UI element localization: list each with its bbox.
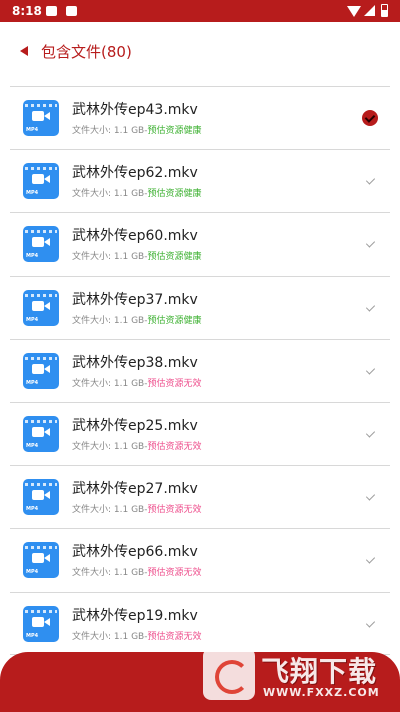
file-type-label: MP4 <box>26 569 39 576</box>
back-icon[interactable] <box>20 46 28 56</box>
unchecked-icon[interactable] <box>362 236 378 252</box>
file-name: 武林外传ep19.mkv <box>72 607 198 624</box>
video-file-icon: MP4 <box>23 415 59 452</box>
unchecked-icon[interactable] <box>362 173 378 189</box>
file-row[interactable]: MP4 武林外传ep19.mkv 文件大小: 1.1 GB-预估资源无效 <box>10 591 390 655</box>
unchecked-icon[interactable] <box>362 552 378 568</box>
file-name: 武林外传ep62.mkv <box>72 165 198 182</box>
file-size: 文件大小: 1.1 GB- <box>72 252 148 263</box>
file-name: 武林外传ep43.mkv <box>72 102 198 118</box>
watermark-logo-icon <box>203 648 255 700</box>
file-size: 文件大小: 1.1 GB- <box>72 441 148 452</box>
file-type-label: MP4 <box>26 316 39 323</box>
video-file-icon: MP4 <box>23 289 59 326</box>
checked-icon[interactable] <box>362 110 378 126</box>
file-meta: 文件大小: 1.1 GB-预估资源健康 <box>72 123 201 136</box>
file-health-status: 预估资源健康 <box>147 252 202 263</box>
status-time: 8:18 <box>12 4 42 18</box>
page-title: 包含文件(80) <box>41 43 132 61</box>
unchecked-icon[interactable] <box>362 300 378 316</box>
file-health-status: 预估资源无效 <box>147 378 202 389</box>
notification-icon <box>46 6 57 16</box>
image-notification-icon <box>66 6 77 16</box>
file-meta: 文件大小: 1.1 GB-预估资源健康 <box>72 186 201 199</box>
status-bar: 8:18 <box>0 0 400 22</box>
file-size: 文件大小: 1.1 GB- <box>72 378 148 389</box>
file-size: 文件大小: 1.1 GB- <box>72 315 148 326</box>
file-type-label: MP4 <box>26 379 39 386</box>
file-health-status: 预估资源健康 <box>147 189 202 200</box>
video-file-icon: MP4 <box>23 100 59 136</box>
file-meta: 文件大小: 1.1 GB-预估资源无效 <box>72 502 201 515</box>
file-size: 文件大小: 1.1 GB- <box>72 631 148 642</box>
file-name: 武林外传ep60.mkv <box>72 228 198 245</box>
file-row[interactable]: MP4 武林外传ep37.mkv 文件大小: 1.1 GB-预估资源健康 <box>10 275 390 339</box>
file-meta: 文件大小: 1.1 GB-预估资源无效 <box>72 565 201 578</box>
file-size: 文件大小: 1.1 GB- <box>72 505 148 516</box>
file-meta: 文件大小: 1.1 GB-预估资源健康 <box>72 249 201 262</box>
video-file-icon: MP4 <box>23 605 59 642</box>
battery-icon <box>381 4 388 17</box>
watermark-logo: 飞翔下载 WWW.FXXZ.COM <box>203 648 397 706</box>
file-meta: 文件大小: 1.1 GB-预估资源健康 <box>72 313 201 326</box>
file-type-label: MP4 <box>26 127 39 133</box>
file-health-status: 预估资源健康 <box>147 126 202 136</box>
unchecked-icon[interactable] <box>362 363 378 379</box>
file-row[interactable]: MP4 武林外传ep43.mkv 文件大小: 1.1 GB-预估资源健康 <box>10 86 390 149</box>
file-health-status: 预估资源无效 <box>147 441 202 452</box>
wifi-icon <box>347 6 361 17</box>
file-row[interactable]: MP4 武林外传ep66.mkv 文件大小: 1.1 GB-预估资源无效 <box>10 528 390 591</box>
file-row[interactable]: MP4 武林外传ep38.mkv 文件大小: 1.1 GB-预估资源无效 <box>10 338 390 402</box>
file-meta: 文件大小: 1.1 GB-预估资源无效 <box>72 439 201 452</box>
file-row[interactable]: MP4 武林外传ep62.mkv 文件大小: 1.1 GB-预估资源健康 <box>10 149 390 212</box>
file-name: 武林外传ep25.mkv <box>72 417 198 434</box>
video-file-icon: MP4 <box>23 352 59 389</box>
file-list: MP4 武林外传ep43.mkv 文件大小: 1.1 GB-预估资源健康 MP4 武林外… <box>10 86 390 655</box>
signal-icon <box>364 5 375 16</box>
video-file-icon: MP4 <box>23 479 59 516</box>
video-file-icon: MP4 <box>23 226 59 263</box>
video-file-icon: MP4 <box>23 163 59 200</box>
watermark-name: 飞翔下载 <box>261 655 378 688</box>
file-row[interactable]: MP4 武林外传ep27.mkv 文件大小: 1.1 GB-预估资源无效 <box>10 465 390 528</box>
unchecked-icon[interactable] <box>362 489 378 505</box>
watermark-url: WWW.FXXZ.COM <box>263 686 380 699</box>
file-type-label: MP4 <box>26 632 39 639</box>
unchecked-icon[interactable] <box>362 426 378 442</box>
file-name: 武林外传ep38.mkv <box>72 354 198 371</box>
header: 包含文件(80) <box>0 22 400 82</box>
file-name: 武林外传ep66.mkv <box>72 544 198 561</box>
file-size: 文件大小: 1.1 GB- <box>72 189 148 200</box>
file-meta: 文件大小: 1.1 GB-预估资源无效 <box>72 629 201 642</box>
video-file-icon: MP4 <box>23 542 59 579</box>
file-type-label: MP4 <box>26 506 39 513</box>
file-size: 文件大小: 1.1 GB- <box>72 568 148 579</box>
file-name: 武林外传ep27.mkv <box>72 481 198 498</box>
file-health-status: 预估资源无效 <box>147 505 202 516</box>
file-name: 武林外传ep37.mkv <box>72 291 198 308</box>
file-health-status: 预估资源无效 <box>147 568 202 579</box>
file-size: 文件大小: 1.1 GB- <box>72 126 148 136</box>
unchecked-icon[interactable] <box>362 616 378 632</box>
file-health-status: 预估资源无效 <box>147 631 202 642</box>
file-type-label: MP4 <box>26 442 39 449</box>
file-health-status: 预估资源健康 <box>147 315 202 326</box>
file-row[interactable]: MP4 武林外传ep60.mkv 文件大小: 1.1 GB-预估资源健康 <box>10 212 390 275</box>
file-meta: 文件大小: 1.1 GB-预估资源无效 <box>72 376 201 389</box>
file-type-label: MP4 <box>26 253 39 260</box>
file-type-label: MP4 <box>26 190 39 197</box>
file-row[interactable]: MP4 武林外传ep25.mkv 文件大小: 1.1 GB-预估资源无效 <box>10 401 390 465</box>
